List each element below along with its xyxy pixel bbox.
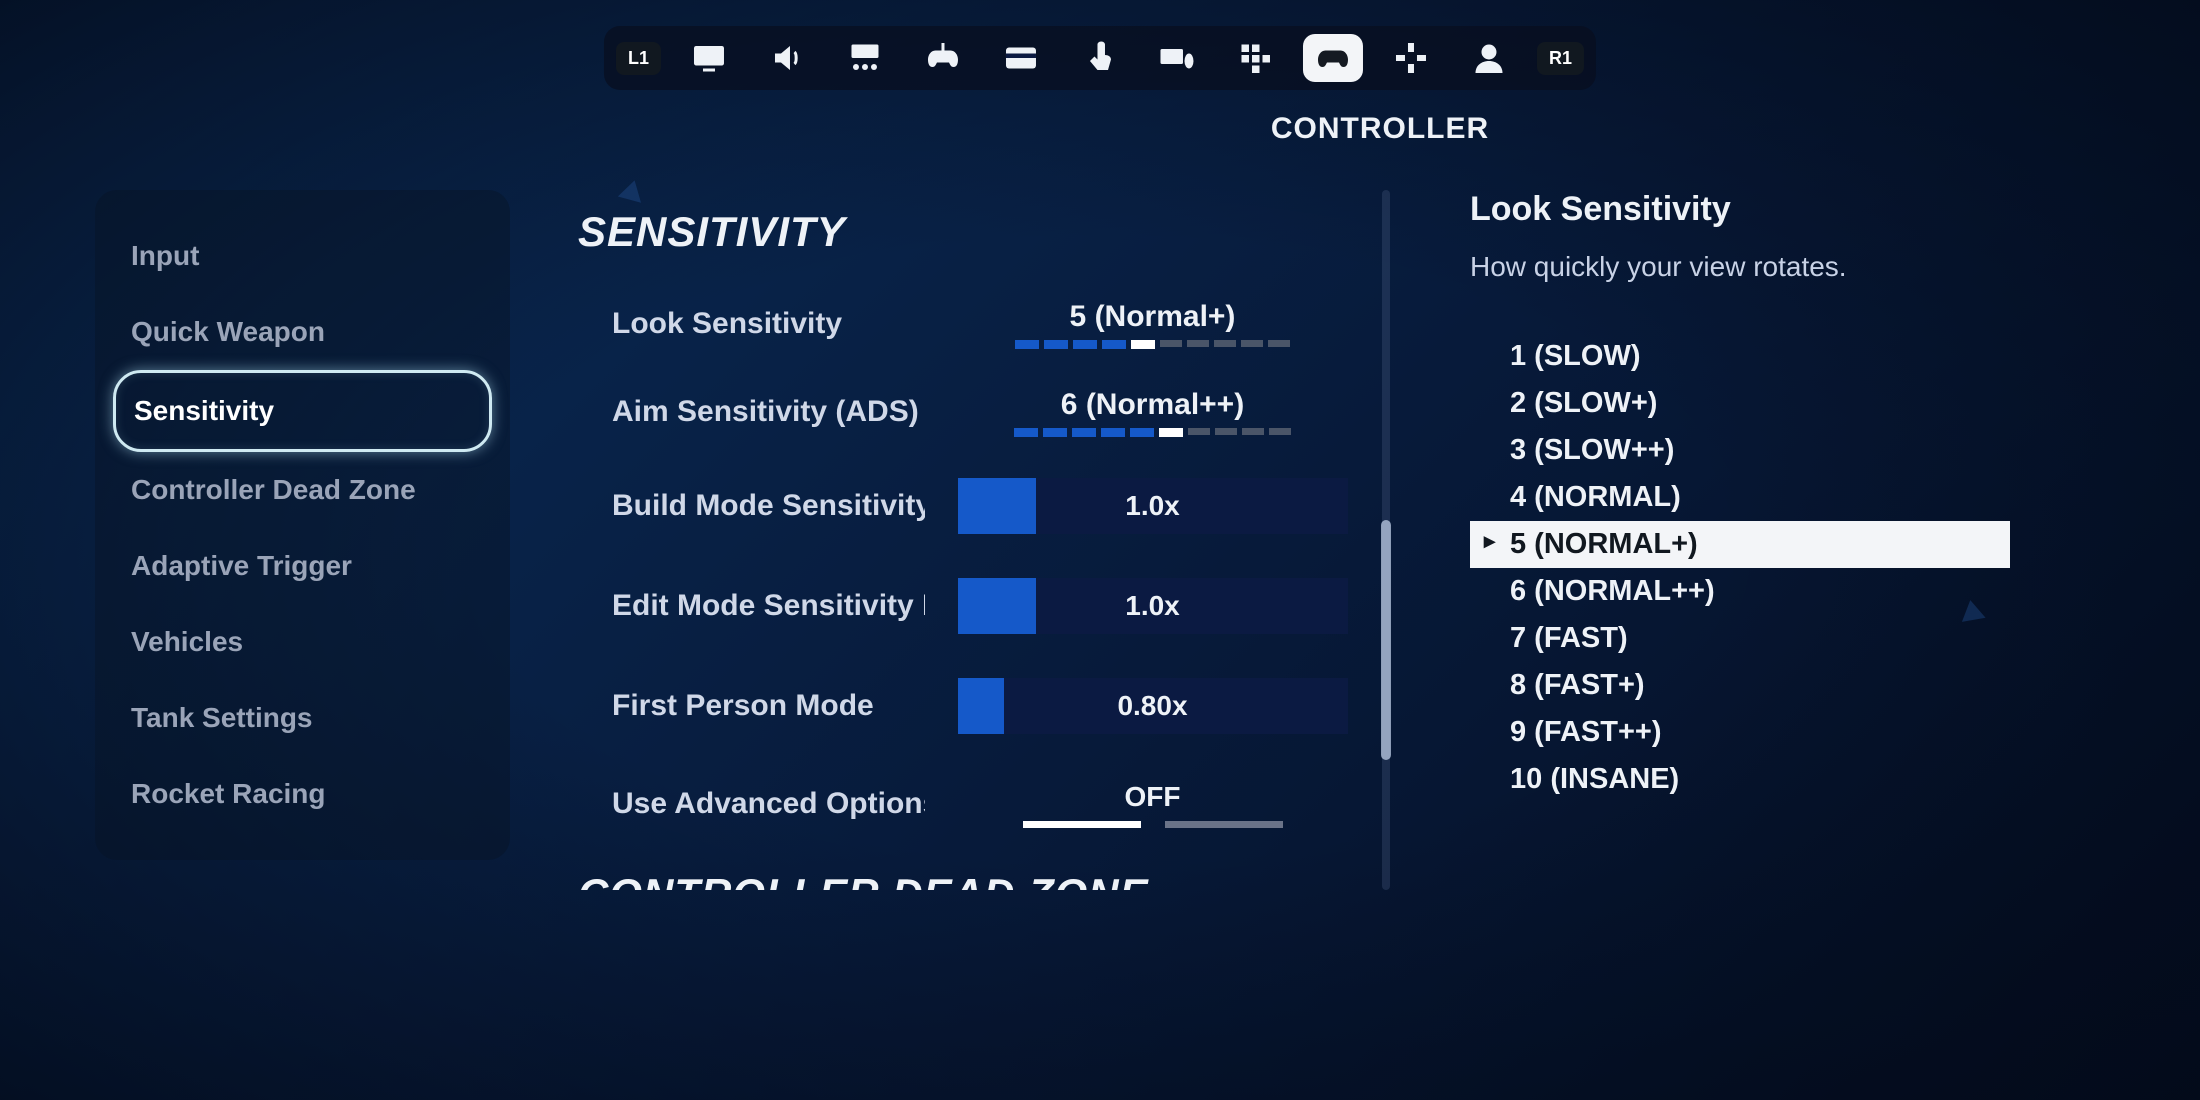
slider-bar[interactable]: 1.0x <box>925 478 1380 534</box>
sidebar-item-label: Rocket Racing <box>131 778 326 809</box>
setting-label: Use Advanced Options <box>560 787 925 821</box>
setting-row[interactable]: Aim Sensitivity (ADS) 6 (Normal++) <box>560 368 1380 456</box>
setting-value: 1.0x <box>1125 590 1180 622</box>
help-panel: Look Sensitivity How quickly your view r… <box>1470 190 2010 803</box>
sidebar-item-label: Sensitivity <box>134 395 274 426</box>
sidebar-item-label: Adaptive Trigger <box>131 550 352 581</box>
section-title: SENSITIVITY <box>578 208 1380 256</box>
help-option: 3 (SLOW++) <box>1470 427 2010 474</box>
setting-label: Edit Mode Sensitivity M <box>560 589 925 623</box>
sidebar-item-quick-weapon[interactable]: Quick Weapon <box>113 294 492 370</box>
display-icon[interactable] <box>679 34 739 82</box>
sidebar-item-label: Tank Settings <box>131 702 313 733</box>
settings-panel: SENSITIVITY Look Sensitivity 5 (Normal+) Ai… <box>560 190 1390 890</box>
slider-bar[interactable]: 1.0x <box>925 578 1380 634</box>
setting-row[interactable]: Edit Mode Sensitivity M 1.0x <box>560 556 1380 656</box>
sidebar-item-rocket-racing[interactable]: Rocket Racing <box>113 756 492 832</box>
setting-label: First Person Mode <box>560 689 925 723</box>
keyboard-mouse-icon[interactable] <box>1147 34 1207 82</box>
settings-scrollbar[interactable] <box>1382 190 1390 890</box>
sidebar-item-label: Quick Weapon <box>131 316 325 347</box>
help-option: 9 (FAST++) <box>1470 709 2010 756</box>
touch-icon[interactable] <box>1069 34 1129 82</box>
tick-selector[interactable]: 5 (Normal+) <box>925 300 1380 349</box>
settings-tab-bar: L1 R1 <box>604 26 1596 90</box>
slider-bar[interactable]: 0.80x <box>925 678 1380 734</box>
active-tab-label: CONTROLLER <box>460 112 1740 146</box>
help-option: 6 (NORMAL++) <box>1470 568 2010 615</box>
help-option: 1 (SLOW) <box>1470 333 2010 380</box>
help-option: 8 (FAST+) <box>1470 662 2010 709</box>
audio-icon[interactable] <box>757 34 817 82</box>
setting-value: 0.80x <box>1117 690 1187 722</box>
setting-value: 1.0x <box>1125 490 1180 522</box>
game-icon[interactable] <box>913 34 973 82</box>
setting-value: 6 (Normal++) <box>1061 388 1244 422</box>
sidebar-item-tank-settings[interactable]: Tank Settings <box>113 680 492 756</box>
grid-icon[interactable] <box>1225 34 1285 82</box>
sidebar-item-label: Input <box>131 240 199 271</box>
help-option: 7 (FAST) <box>1470 615 2010 662</box>
help-option: 2 (SLOW+) <box>1470 380 2010 427</box>
dpad-icon[interactable] <box>1381 34 1441 82</box>
help-title: Look Sensitivity <box>1470 190 2010 229</box>
l1-shoulder-hint: L1 <box>616 42 661 75</box>
sidebar-item-vehicles[interactable]: Vehicles <box>113 604 492 680</box>
help-option: 10 (INSANE) <box>1470 756 2010 803</box>
sidebar-item-sensitivity[interactable]: Sensitivity <box>113 370 492 452</box>
setting-label: Build Mode Sensitivity <box>560 489 925 523</box>
setting-value: 5 (Normal+) <box>1070 300 1236 334</box>
help-option: 5 (NORMAL+) <box>1470 521 2010 568</box>
setting-row[interactable]: Build Mode Sensitivity 1.0x <box>560 456 1380 556</box>
sidebar-item-label: Controller Dead Zone <box>131 474 416 505</box>
help-description: How quickly your view rotates. <box>1470 251 2010 283</box>
sidebar-item-input[interactable]: Input <box>113 218 492 294</box>
account-icon[interactable] <box>1459 34 1519 82</box>
controller-icon[interactable] <box>1303 34 1363 82</box>
card-icon[interactable] <box>991 34 1051 82</box>
setting-value: OFF <box>1125 781 1181 813</box>
setting-row[interactable]: Use Advanced Options OFF <box>560 756 1380 852</box>
sidebar-item-controller-dead-zone[interactable]: Controller Dead Zone <box>113 452 492 528</box>
setting-row[interactable]: First Person Mode 0.80x <box>560 656 1380 756</box>
hud-icon[interactable] <box>835 34 895 82</box>
setting-row[interactable]: Look Sensitivity 5 (Normal+) <box>560 280 1380 368</box>
help-options-list: 1 (SLOW)2 (SLOW+)3 (SLOW++)4 (NORMAL)5 (… <box>1470 333 2010 803</box>
setting-label: Look Sensitivity <box>560 307 925 341</box>
r1-shoulder-hint: R1 <box>1537 42 1584 75</box>
toggle[interactable]: OFF <box>925 781 1380 828</box>
tick-selector[interactable]: 6 (Normal++) <box>925 388 1380 437</box>
category-sidebar: Input Quick Weapon Sensitivity Controller D… <box>95 190 510 860</box>
help-option: 4 (NORMAL) <box>1470 474 2010 521</box>
setting-label: Aim Sensitivity (ADS) <box>560 395 925 429</box>
section-title: CONTROLLER DEAD ZONE <box>578 870 1380 890</box>
sidebar-item-adaptive-trigger[interactable]: Adaptive Trigger <box>113 528 492 604</box>
sidebar-item-label: Vehicles <box>131 626 243 657</box>
